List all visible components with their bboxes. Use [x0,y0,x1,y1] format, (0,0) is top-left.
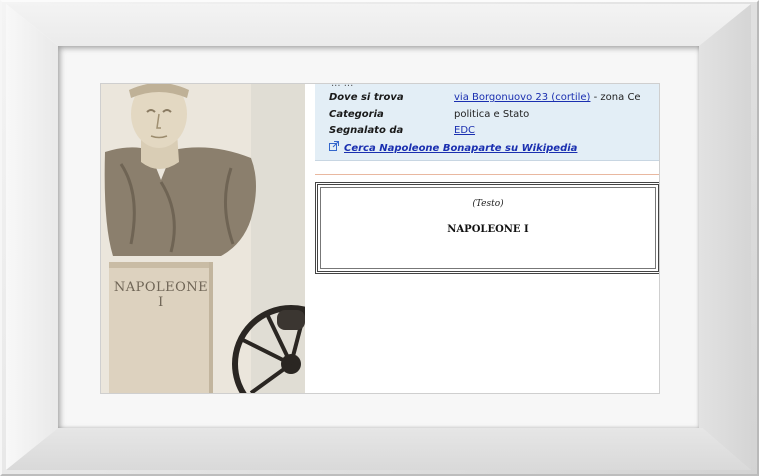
frame-bevel-left [6,4,58,470]
reporter-row: Segnalato da EDC [329,125,475,136]
frame-bevel-bottom [6,428,751,470]
location-suffix: - zona Ce [590,92,641,103]
pedestal-inscription: NAPOLEONE I [113,280,209,310]
frame-bevel-top [6,4,751,46]
text-caption: (Testo) [472,199,504,209]
location-label: Dove si trova [329,92,404,103]
wikipedia-row: Cerca Napoleone Bonaparte su Wikipedia [329,141,577,154]
inscription-text: NAPOLEONE I [447,224,529,235]
bust-photo: NAPOLEONE I [101,84,305,393]
inscription-text-box: (Testo) NAPOLEONE I [315,182,659,274]
external-link-icon [329,141,340,154]
frame-bevel-right [699,4,751,470]
info-box: ... ... Dove si trova via Borgonuovo 23 (… [315,84,659,161]
reporter-label: Segnalato da [329,125,404,136]
category-value: politica e Stato [454,109,530,120]
category-row: Categoria politica e Stato [329,109,529,120]
detail-panel: ... ... Dove si trova via Borgonuovo 23 (… [305,84,659,393]
framed-webpage: NAPOLEONE I ... ... Dove si trova via Bor… [101,84,659,393]
category-label: Categoria [329,109,384,120]
location-row: Dove si trova via Borgonuovo 23 (cortile)… [329,92,641,103]
location-link[interactable]: via Borgonuovo 23 (cortile) [454,92,590,103]
wikipedia-link[interactable]: Cerca Napoleone Bonaparte su Wikipedia [344,143,577,154]
cut-off-row: ... ... [331,84,353,89]
separator-line [315,174,659,175]
bust-illustration [101,84,305,393]
reporter-link[interactable]: EDC [454,125,475,136]
